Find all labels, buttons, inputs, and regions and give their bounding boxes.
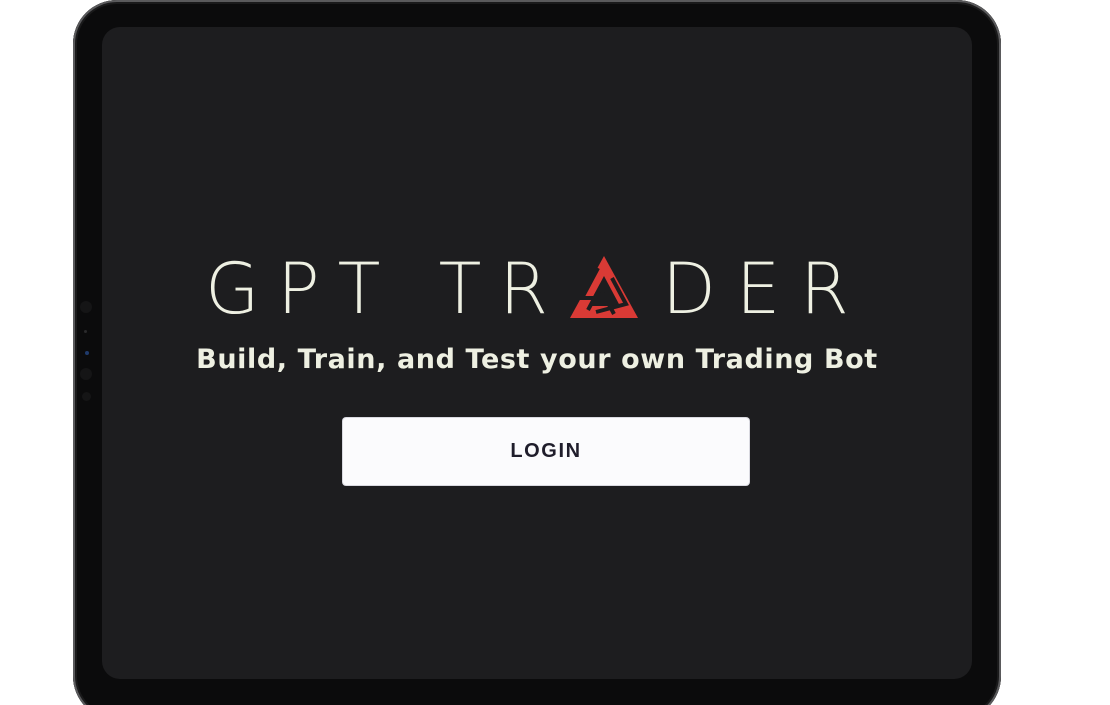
app-screen: GPT TR DER Build, Train, and Test your o… <box>102 27 972 679</box>
logo-text-end: DER <box>662 248 869 330</box>
sensor-icon <box>84 330 87 333</box>
app-logo: GPT TR DER <box>102 253 972 325</box>
login-button[interactable]: LOGIN <box>343 418 749 485</box>
sensor-icon <box>80 368 92 380</box>
sensor-icon <box>85 351 89 355</box>
camera-icon <box>80 301 92 313</box>
logo-text-start: GPT TR <box>205 248 567 330</box>
sensor-icon <box>82 392 91 401</box>
triangle-logo-icon <box>570 256 639 318</box>
app-tagline: Build, Train, and Test your own Trading … <box>196 344 878 375</box>
device-mockup: GPT TR DER Build, Train, and Test your o… <box>0 0 1110 705</box>
